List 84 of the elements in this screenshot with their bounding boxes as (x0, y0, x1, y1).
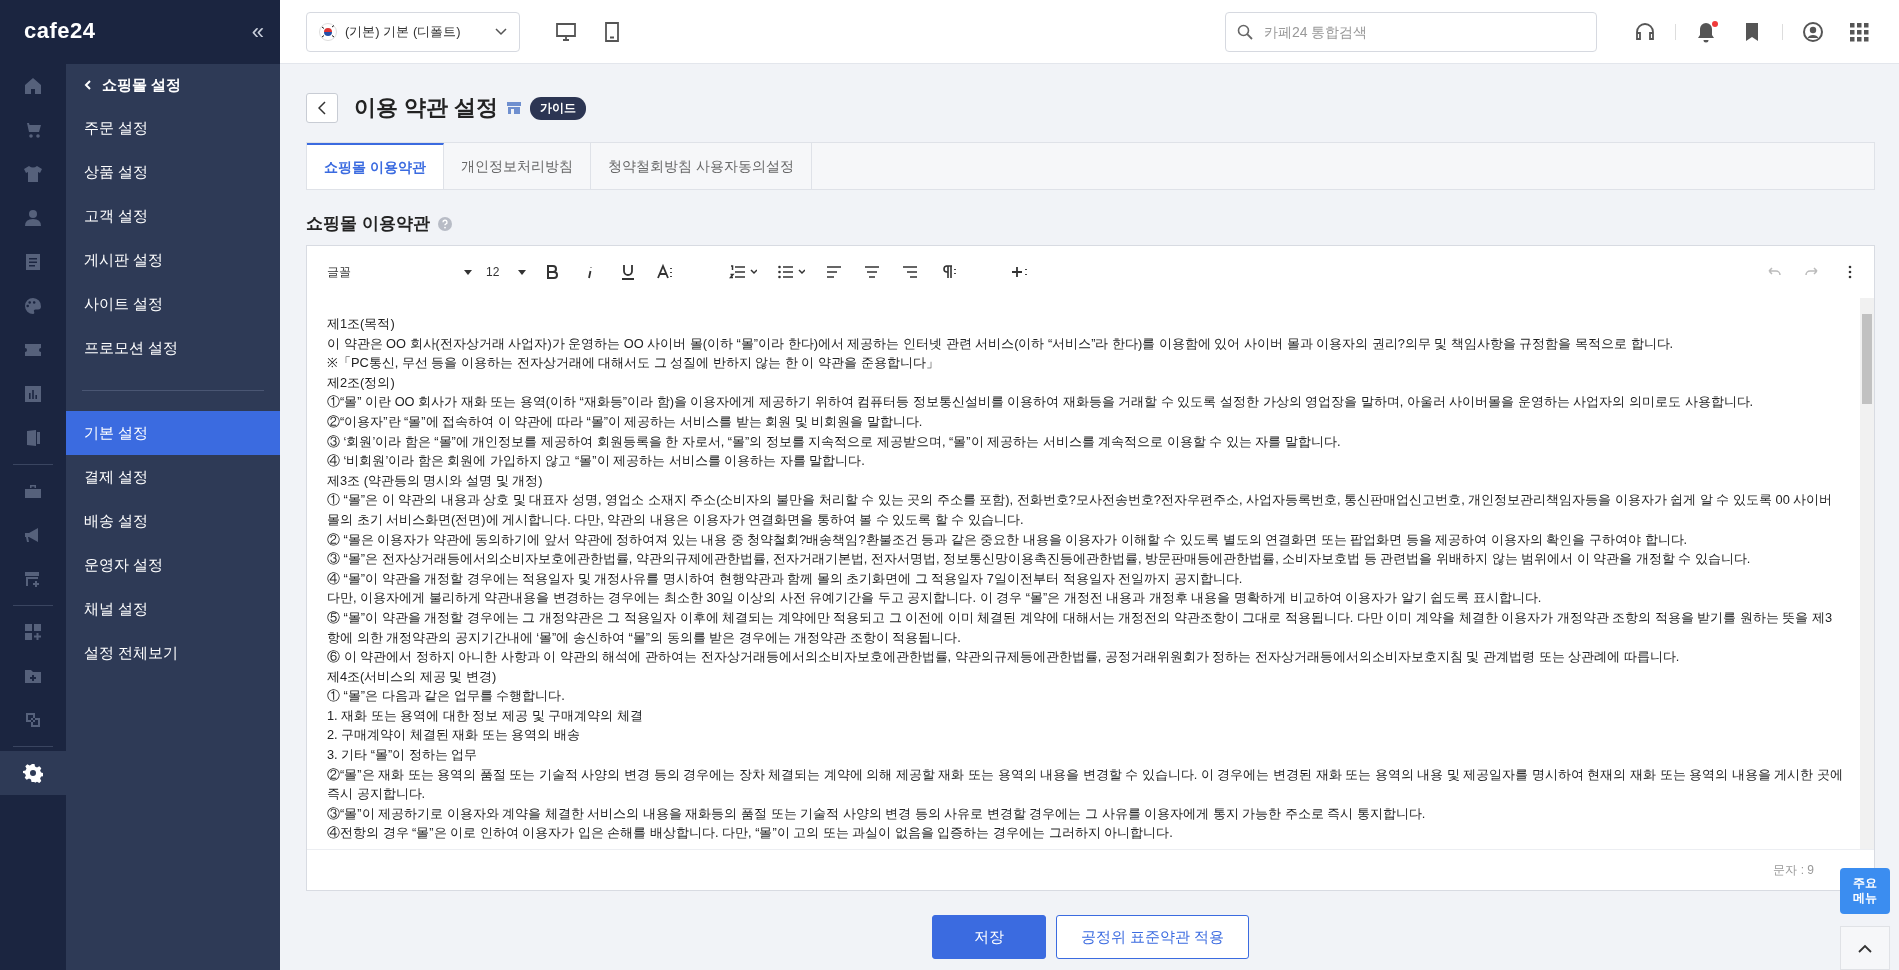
terms-paragraph: ※「PC통신, 무선 등을 이용하는 전자상거래에 대해서도 그 성질에 반하지 않는 한 이 약관을 준용합니다」 (327, 354, 940, 373)
terms-paragraph: ① “몰”은 이 약관의 내용과 상호 및 대표자 성명, 영업소 소재지 주소(소비자의 불만을 처리할 수 있는 곳의 주소를 포함), 전화번호?모사전송번호?전자우편주소, 사업자등록번호, 통신판매업신고번호, 개인정보관리책임자등을 이용자가 쉽게 알 수 있도록 00 사이버몰의 초기 서비스화면(전면)에 게시합니다. 다만, 약관의 내용은 이용자가 연결화면을 통하여 볼 수 있도록 할 수 있습니다. (327, 491, 1834, 529)
terms-paragraph: ② “몰은 이용자가 약관에 동의하기에 앞서 약관에 정하여져 있는 내용 중 청약철회?배송책임?환불조건 등과 같은 중요한 내용을 이용자가 이해할 수 있도록 별도의 연결화면 또는 팝업화면 등을 제공하여 이용자의 확인을 구하여야 합니다. (327, 530, 1689, 549)
back-button[interactable] (306, 93, 338, 123)
store-select[interactable]: (기본) 기본 (디폴트) (306, 11, 520, 52)
terms-paragraph: ⑤ “몰”이 약관을 개정할 경우에는 그 개정약관은 그 적용일자 이후에 체결되는 계약에만 적용되고 그 이전에 이미 체결된 계약에 대해서는 개정전의 약관조항이 그대로 적용됩니다. 다만 이미 계약을 체결한 이용자가 개정약관 조항의 적용을 받기를 원하는 뜻을 제3항에 의한 개정약관의 공지기간내에 ‘몰”에 송신하여 “몰”의 동의를 받은 경우에는 개정약관 조항이 적용됩니다. (327, 608, 1834, 647)
account-icon[interactable] (1802, 20, 1824, 43)
apps-icon (23, 622, 43, 642)
terms-paragraph: 3. 기타 “몰”이 정하는 업무 (327, 746, 479, 765)
numbered-list-icon[interactable] (729, 263, 757, 281)
menu-item[interactable]: 게시판 설정 (66, 238, 280, 282)
terms-paragraph: 제2조(정의) (327, 373, 396, 392)
tab[interactable]: 청약철회방침 사용자동의설정 (590, 143, 812, 189)
menu-item[interactable]: 채널 설정 (66, 587, 280, 631)
font-size-dropdown[interactable]: 12 (486, 265, 526, 279)
palette-icon (23, 296, 43, 316)
chevron-left-icon (84, 80, 92, 90)
menu-item[interactable]: 사이트 설정 (66, 282, 280, 326)
terms-paragraph: ③“몰”이 제공하기로 이용자와 계약을 체결한 서비스의 내용을 재화등의 품절 또는 기술적 사양의 변경 등의 사유로 변경할 경우에는 그 사유를 이용자에게 통지 가능한 주소로 즉시 통지합니다. (327, 804, 1427, 823)
apps-grid-icon[interactable] (1848, 20, 1870, 43)
cafe24-logo[interactable]: cafe24 (24, 18, 96, 44)
terms-paragraph: ① “몰”은 다음과 같은 업무를 수행합니다. (327, 687, 566, 706)
terms-paragraph: ④ “몰”이 약관을 개정할 경우에는 적용일자 및 개정사유를 명시하여 현행약관과 함께 몰의 초기화면에 그 적용일자 7일이전부터 적용일자 전일까지 공지합니다. (327, 569, 1244, 588)
chevron-down-icon (495, 27, 507, 36)
menu-item[interactable]: 고객 설정 (66, 194, 280, 238)
chevron-up-icon (1858, 943, 1872, 953)
terms-paragraph: 제1조(목적) (327, 315, 396, 333)
underline-icon[interactable] (619, 263, 637, 281)
menu-item[interactable]: 주문 설정 (66, 106, 280, 150)
text-style-icon[interactable] (657, 263, 675, 281)
terms-paragraph: 이 약관은 OO 회사(전자상거래 사업자)가 운영하는 OO 사이버 몰(이하 “몰”이라 한다)에서 제공하는 인터넷 관련 서비스(이하 “서비스”라 한다)를 이용함에 있어 사이버 몰과 이용자의 권리?의무 및 책임사항을 규정함을 목적으로 합니다. (327, 334, 1675, 353)
menu-item[interactable]: 배송 설정 (66, 499, 280, 543)
notification-bell-icon[interactable] (1695, 20, 1717, 43)
menu-item[interactable]: 프로모션 설정 (66, 326, 280, 370)
board-icon (23, 252, 43, 272)
terms-paragraph: ①“몰” 이란 OO 회사가 재화 또는 용역(이하 “재화등”이라 함)을 이용자에게 제공하기 위하여 컴퓨터등 정보통신설비를 이용하여 재화등을 거래할 수 있도록 설정한 가상의 영업장을 말하며, 아울러 사이버몰을 운영하는 사업자의 의미로도 사용합니다. (327, 393, 1755, 412)
terms-paragraph: 1. 재화 또는 용역에 대한 정보 제공 및 구매계약의 체결 (327, 706, 644, 725)
section-title: 쇼핑몰 이용약관 (306, 213, 430, 235)
terms-paragraph: 제3조 (약관등의 명시와 설명 및 개정) (327, 471, 544, 490)
character-count: 문자 : 9 (1773, 861, 1814, 879)
desktop-icon[interactable] (555, 20, 577, 43)
storefront-icon (506, 101, 523, 115)
guide-badge[interactable]: 가이드 (530, 96, 587, 120)
search-field[interactable]: 카페24 통합검색 (1225, 11, 1597, 52)
align-left-icon[interactable] (825, 263, 843, 281)
bullet-list-icon[interactable] (777, 263, 805, 281)
terms-paragraph: ③ ‘회원’이라 함은 “몰”에 개인정보를 제공하여 회원등록을 한 자로서, “몰”의 정보를 지속적으로 제공받으며, “몰”이 제공하는 서비스를 계속적으로 이용할 수 있는 자를 말합니다. (327, 432, 1342, 451)
person-icon (23, 208, 43, 228)
caret-icon (518, 269, 526, 275)
menu-item[interactable]: 기본 설정 (66, 411, 280, 455)
flag-icon (319, 22, 337, 41)
terms-paragraph: ②“몰”은 재화 또는 용역의 품절 또는 기술적 사양의 변경 등의 경우에는 장차 체결되는 계약에 의해 제공할 재화 또는 용역의 내용을 변경할 수 있습니다. 이 경우에는 변경된 재화 또는 용역의 내용 및 제공일자를 명시하여 현재의 재화 또는 용역의 내용을 게시한 곳에 즉시 공지합니다. (327, 765, 1844, 804)
menu-item[interactable]: 운영자 설정 (66, 543, 280, 587)
align-right-icon[interactable] (901, 263, 919, 281)
terms-paragraph: ⑥ 이 약관에서 정하지 아니한 사항과 이 약관의 해석에 관하여는 전자상거래등에서의소비자보호에관한법률, 약관의규제등에관한법률, 공정거래위원회가 정하는 전자상거래등에서의소비자보호지침 및 관계법령 또는 상관례에 따릅니다. (327, 648, 1681, 667)
terms-paragraph: ④ ‘비회원’이라 함은 회원에 가입하지 않고 “몰”이 제공하는 서비스를 이용하는 자를 말합니다. (327, 452, 866, 471)
home-icon (23, 76, 43, 96)
menu-item[interactable]: 상품 설정 (66, 150, 280, 194)
terms-paragraph: ③ “몰”은 전자상거래등에서의소비자보호에관한법률, 약관의규제에관한법률, 전자거래기본법, 전자서명법, 정보통신망이용촉진등에관한법률, 방문판매등에관한법률, 소비자보호법 등 관련법을 위배하지 않는 범위에서 이 약관을 개정할 수 있습니다. (327, 550, 1752, 569)
menu-item[interactable]: 설정 전체보기 (66, 631, 280, 675)
shirt-icon (23, 164, 43, 184)
collapse-sidebar-button[interactable]: « (251, 19, 264, 45)
align-center-icon[interactable] (863, 263, 881, 281)
terms-paragraph: ④전항의 경우 “몰”은 이로 인하여 이용자가 입은 손해를 배상합니다. 다만, “몰”이 고의 또는 과실이 없음을 입증하는 경우에는 그러하지 아니합니다. (327, 824, 1174, 843)
terms-paragraph: 다만, 이용자에게 불리하게 약관내용을 변경하는 경우에는 최소한 30일 이상의 사전 유예기간을 두고 공지합니다. 이 경우 “몰”은 개정전 내용과 개정후 내용을 명확하게 비교하여 이용자가 알기 쉽도록 표시합니다. (327, 589, 1543, 608)
font-dropdown[interactable]: 글꼴 (327, 263, 472, 281)
scrollbar[interactable] (1860, 298, 1874, 849)
page-title: 이용 약관 설정 (354, 94, 499, 122)
headset-icon[interactable] (1634, 20, 1656, 43)
tab[interactable]: 개인정보처리방침 (443, 143, 591, 189)
save-button[interactable]: 저장 (931, 915, 1046, 959)
chart-icon (23, 384, 43, 404)
help-icon[interactable] (437, 216, 452, 231)
terms-paragraph: ②“이용자”란 “몰”에 접속하여 이 약관에 따라 “몰”이 제공하는 서비스를 받는 회원 및 비회원을 말합니다. (327, 412, 924, 431)
back-to-menu-link[interactable]: 쇼핑몰 설정 (66, 64, 280, 106)
apply-template-button[interactable]: 공정위 표준약관 적용 (1055, 915, 1250, 959)
settings-nav-button[interactable] (0, 751, 66, 795)
chevron-left-icon (318, 101, 326, 115)
caret-icon (464, 269, 472, 275)
settings-icon (23, 763, 43, 783)
menu-item[interactable]: 결제 설정 (66, 455, 280, 499)
terms-paragraph: 2. 구매계약이 체결된 재화 또는 용역의 배송 (327, 726, 581, 745)
tab[interactable]: 쇼핑몰 이용약관 (307, 143, 444, 189)
terms-paragraph: 제4조(서비스의 제공 및 변경) (327, 667, 498, 686)
